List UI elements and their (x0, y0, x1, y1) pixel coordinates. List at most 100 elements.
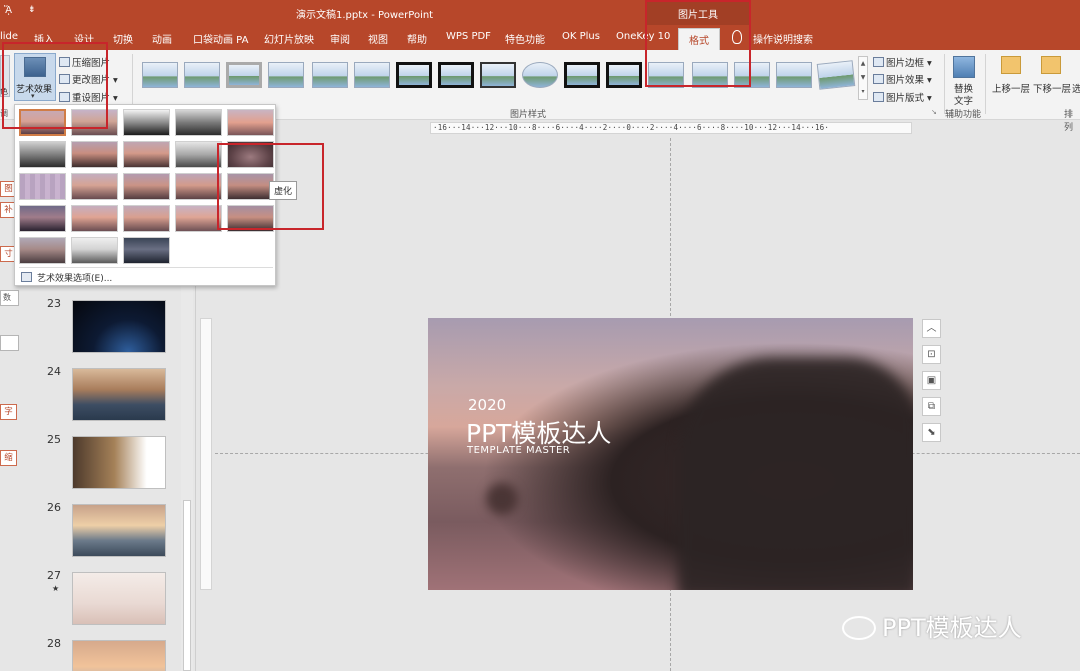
picture-style-5[interactable] (312, 62, 348, 88)
slide-number: 28 (47, 637, 61, 650)
border-icon (873, 57, 884, 67)
format-pane-item[interactable]: 字 (0, 404, 17, 420)
picture-styles-label: 图片样式 (510, 110, 547, 120)
effects-icon (873, 74, 884, 84)
alt-text-label-2: 文字 (954, 96, 974, 107)
format-pane-item[interactable]: 缩 (0, 450, 17, 466)
effect-mosaic-bubbles[interactable] (19, 173, 66, 200)
layout-icon (873, 92, 884, 102)
picture-style-2[interactable] (184, 62, 220, 88)
slide-year-text[interactable]: 2020 (468, 396, 506, 414)
picture-effects-button[interactable]: 图片效果 ▾ (873, 72, 932, 86)
picture-style-1[interactable] (142, 62, 178, 88)
tab-review[interactable]: 审阅 (330, 31, 350, 46)
picture-style-4[interactable] (268, 62, 304, 88)
slide-subtitle-text[interactable]: TEMPLATE MASTER (467, 445, 570, 456)
artistic-effects-options-item[interactable]: 艺术效果选项(E)... (21, 271, 112, 284)
annotation-box-blur-effect (217, 143, 324, 230)
effect-watercolor-sponge[interactable] (71, 237, 118, 264)
format-pane-field[interactable]: 数 (0, 290, 19, 306)
picture-style-12[interactable] (606, 62, 642, 88)
effect-chalk-sketch[interactable] (19, 141, 66, 168)
slide-number: 23 (47, 297, 61, 310)
tab-help[interactable]: 帮助 (407, 31, 427, 46)
accessibility-group-label: 辅助功能 (945, 110, 982, 120)
tab-transitions[interactable]: 切换 (113, 31, 133, 46)
watermark: PPT模板达人 (842, 608, 1022, 643)
picture-border-button[interactable]: 图片边框 ▾ (873, 55, 932, 69)
effect-film-grain[interactable] (123, 237, 170, 264)
slide-number: 27 (47, 569, 61, 582)
slide-thumbnail[interactable] (72, 368, 166, 421)
menu-divider (19, 267, 273, 268)
picture-style-16[interactable] (776, 62, 812, 88)
layout-options-icon[interactable]: ▣ (922, 371, 941, 390)
style-options-icon[interactable]: ⧉ (922, 397, 941, 416)
picture-style-6[interactable] (354, 62, 390, 88)
tab-ok-plus[interactable]: OK Plus (562, 31, 600, 42)
effect-texturizer[interactable] (175, 173, 222, 200)
dialog-launcher-icon[interactable]: ↘ (931, 108, 937, 116)
title-bar: ᾍ ⇟ 演示文稿1.pptx - PowerPoint 图片工具 (0, 0, 1080, 25)
tab-pocket-animation[interactable]: 口袋动画 PA (193, 31, 248, 46)
effect-photocopy[interactable] (175, 205, 222, 232)
picture-style-3[interactable] (226, 62, 262, 88)
picture-style-17[interactable] (816, 60, 856, 90)
picture-style-11[interactable] (564, 62, 600, 88)
effect-light-screen[interactable] (19, 237, 66, 264)
document-title: 演示文稿1.pptx - PowerPoint (296, 10, 434, 21)
arrange-group-label: 排列 (1064, 110, 1074, 133)
ribbon-divider (985, 54, 986, 114)
alt-text-icon[interactable] (953, 56, 975, 78)
horizontal-ruler: ·16···14···12···10···8····6····4····2···… (430, 122, 912, 134)
effect-pencil-grayscale[interactable] (123, 109, 170, 136)
quick-access-customize-icon[interactable]: ⇟ (28, 5, 36, 15)
effect-cutout[interactable] (123, 205, 170, 232)
bring-forward-icon[interactable] (1001, 56, 1021, 74)
slide-thumbnail[interactable] (72, 436, 166, 489)
effect-paint-strokes[interactable] (71, 141, 118, 168)
effect-glow-diffused[interactable] (175, 141, 222, 168)
resize-icon[interactable]: ⬊ (922, 423, 941, 442)
effect-cement[interactable] (123, 173, 170, 200)
slide-picture[interactable]: 2020 PPT模板达人 TEMPLATE MASTER (428, 318, 913, 590)
wechat-icon (842, 616, 876, 640)
send-backward-icon[interactable] (1041, 56, 1061, 74)
slide-thumbnail[interactable] (72, 300, 166, 353)
scrollbar-thumb[interactable] (183, 500, 191, 671)
tab-special-features[interactable]: 特色功能 (505, 31, 545, 46)
slide-thumbnail[interactable] (72, 640, 166, 671)
effect-glass[interactable] (71, 173, 118, 200)
vertical-ruler (200, 318, 212, 590)
format-pane-field-empty[interactable] (0, 335, 19, 351)
tell-me-search[interactable]: 操作说明搜索 (753, 31, 813, 46)
slide-number: 25 (47, 433, 61, 446)
picture-style-9[interactable] (480, 62, 516, 88)
slide-number: 26 (47, 501, 61, 514)
slide-thumbnail[interactable] (72, 572, 166, 625)
effect-paint-brush[interactable] (123, 141, 170, 168)
bring-forward-button[interactable]: 上移一层 (992, 81, 1030, 95)
autosave-icon[interactable]: ᾍ (4, 5, 20, 19)
blurred-cliff (678, 358, 913, 590)
gallery-scroll-buttons[interactable]: ▲ ▼ ▾ (858, 56, 868, 100)
effect-pencil-sketch[interactable] (175, 109, 222, 136)
send-backward-button[interactable]: 下移一层 (1033, 81, 1071, 95)
crop-position-icon[interactable]: ⊡ (922, 345, 941, 364)
tab-slide[interactable]: lide (0, 31, 18, 42)
tab-animations[interactable]: 动画 (152, 31, 172, 46)
picture-style-10[interactable] (522, 62, 558, 88)
tab-slideshow[interactable]: 幻灯片放映 (264, 31, 314, 46)
tab-view[interactable]: 视图 (368, 31, 388, 46)
collapse-icon[interactable]: ︿ (922, 319, 941, 338)
slide-thumbnail[interactable] (72, 504, 166, 557)
blurred-rock (486, 483, 518, 515)
effect-line-drawing[interactable] (227, 109, 274, 136)
selection-pane-button[interactable]: 选 (1072, 81, 1080, 95)
picture-layout-button[interactable]: 图片版式 ▾ (873, 90, 932, 104)
effect-pastels[interactable] (19, 205, 66, 232)
effect-plastic-wrap[interactable] (71, 205, 118, 232)
tab-wps-pdf[interactable]: WPS PDF (446, 31, 491, 42)
picture-style-7[interactable] (396, 62, 432, 88)
picture-style-8[interactable] (438, 62, 474, 88)
